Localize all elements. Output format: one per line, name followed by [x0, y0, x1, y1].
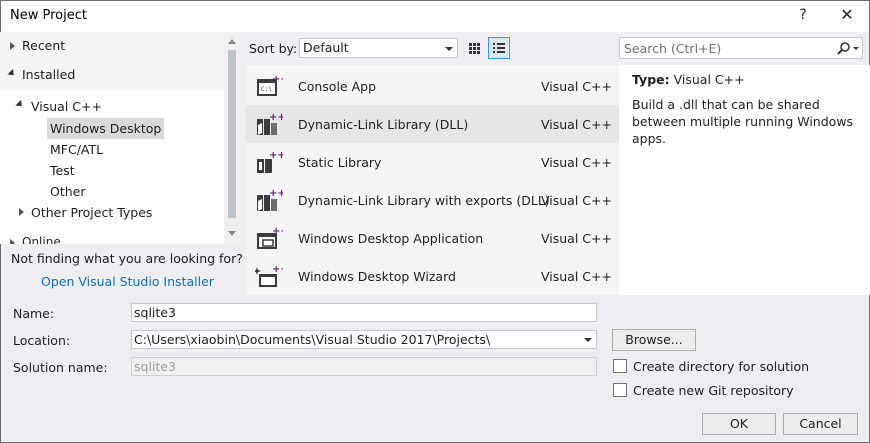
tree-item-label: Windows Desktop	[50, 121, 162, 136]
template-row-desktop-app[interactable]: ++ Windows Desktop Application Visual C+…	[245, 219, 619, 257]
grid-view-icon	[469, 43, 480, 54]
name-label: Name:	[13, 306, 55, 321]
svg-text:++: ++	[272, 226, 283, 237]
tree-item-installed[interactable]: Installed	[0, 61, 224, 89]
tree-item-label: Test	[50, 163, 75, 178]
tree-item-label: Other	[50, 184, 86, 199]
scroll-up-icon[interactable]	[228, 39, 236, 44]
browse-button[interactable]: Browse...	[612, 329, 696, 351]
location-label: Location:	[13, 333, 71, 348]
wizard-icon: ++	[255, 264, 283, 287]
template-category-tree: Recent Installed Visual C++ Windows Desk…	[0, 32, 240, 244]
tree-item-mfc-atl[interactable]: MFC/ATL	[50, 139, 103, 160]
scroll-down-icon[interactable]	[228, 231, 236, 236]
tree-item-label: Recent	[22, 38, 66, 53]
template-list: C:\ ++ Console App Visual C++ ++ Dynamic…	[245, 65, 619, 295]
tree-item-windows-desktop[interactable]: Windows Desktop	[47, 118, 165, 139]
collapse-arrow-icon[interactable]	[7, 68, 17, 79]
tree-scrollbar[interactable]	[224, 32, 240, 244]
template-name: Windows Desktop Application	[298, 231, 484, 246]
chevron-down-icon[interactable]	[584, 338, 592, 342]
tree-item-visual-cpp[interactable]: Visual C++	[15, 96, 102, 117]
template-name: Dynamic-Link Library (DLL)	[298, 117, 469, 132]
template-description: Build a .dll that can be shared between …	[632, 97, 854, 146]
tree-item-label: Installed	[22, 67, 76, 82]
svg-text:++: ++	[272, 264, 283, 275]
template-name: Console App	[298, 79, 377, 94]
type-label: Type:	[632, 72, 670, 87]
search-icon[interactable]	[835, 41, 861, 57]
ok-button[interactable]: OK	[702, 413, 776, 435]
sort-by-label: Sort by:	[249, 41, 298, 56]
create-git-checkbox[interactable]	[613, 383, 627, 397]
installed-tree-panel: Visual C++ Windows Desktop MFC/ATL Test …	[0, 90, 224, 244]
scrollbar-thumb[interactable]	[228, 50, 236, 218]
dialog-title: New Project	[10, 8, 87, 23]
list-view-icon	[493, 43, 505, 53]
template-row-console-app[interactable]: C:\ ++ Console App Visual C++	[245, 67, 619, 105]
help-button[interactable]: ?	[793, 7, 813, 27]
console-app-icon: C:\ ++	[257, 74, 283, 96]
list-view-button[interactable]	[488, 37, 510, 59]
chevron-down-icon	[445, 47, 453, 51]
template-language: Visual C++	[541, 269, 612, 284]
tree-item-other[interactable]: Other	[50, 181, 86, 202]
title-bar: New Project ? ✕	[0, 0, 870, 32]
template-name: Static Library	[298, 155, 382, 170]
svg-text:C:\: C:\	[261, 86, 272, 93]
tree-item-label: Other Project Types	[31, 205, 153, 220]
template-language: Visual C++	[541, 193, 612, 208]
open-installer-link[interactable]: Open Visual Studio Installer	[41, 274, 214, 289]
solution-name-field: sqlite3	[131, 357, 597, 376]
sort-by-select[interactable]: Default	[299, 38, 458, 58]
template-row-dll[interactable]: ++ Dynamic-Link Library (DLL) Visual C++	[245, 105, 619, 143]
tree-item-label: Visual C++	[31, 99, 102, 114]
template-details-panel: Type: Visual C++ Build a .dll that can b…	[619, 65, 870, 295]
desktop-app-icon: ++	[257, 226, 283, 249]
tree-item-online[interactable]: Online	[22, 235, 61, 244]
svg-text:++: ++	[269, 150, 283, 161]
location-field[interactable]: C:\Users\xiaobin\Documents\Visual Studio…	[131, 330, 597, 349]
template-language: Visual C++	[541, 117, 612, 132]
grid-view-button[interactable]	[463, 37, 485, 59]
type-value: Visual C++	[673, 72, 745, 87]
template-language: Visual C++	[541, 79, 612, 94]
name-field[interactable]: sqlite3	[131, 303, 597, 322]
expand-arrow-icon[interactable]	[10, 42, 15, 50]
create-git-label: Create new Git repository	[633, 383, 794, 398]
dll-exports-icon: ++	[257, 188, 283, 211]
template-row-desktop-wizard[interactable]: ++ Windows Desktop Wizard Visual C++	[245, 257, 619, 295]
template-language: Visual C++	[541, 231, 612, 246]
not-finding-text: Not finding what you are looking for?	[11, 251, 243, 266]
svg-text:++: ++	[269, 188, 283, 199]
template-name: Windows Desktop Wizard	[298, 269, 456, 284]
tree-item-label: MFC/ATL	[50, 142, 104, 157]
location-value: C:\Users\xiaobin\Documents\Visual Studio…	[134, 332, 491, 347]
tree-item-recent[interactable]: Recent	[0, 32, 224, 60]
name-value: sqlite3	[134, 305, 176, 320]
svg-text:++: ++	[272, 74, 283, 85]
create-directory-checkbox[interactable]	[613, 359, 627, 373]
template-row-dll-exports[interactable]: ++ Dynamic-Link Library with exports (DL…	[245, 181, 619, 219]
template-language: Visual C++	[541, 155, 612, 170]
collapse-arrow-icon[interactable]	[15, 99, 25, 110]
template-row-static-library[interactable]: ++ Static Library Visual C++	[245, 143, 619, 181]
static-library-icon: ++	[257, 150, 283, 173]
search-input[interactable]: Search (Ctrl+E)	[619, 37, 863, 59]
cancel-button[interactable]: Cancel	[783, 413, 858, 435]
expand-arrow-icon[interactable]	[10, 239, 15, 244]
tree-item-other-project-types[interactable]: Other Project Types	[19, 202, 153, 223]
template-name: Dynamic-Link Library with exports (DLL)	[298, 193, 550, 208]
create-directory-label: Create directory for solution	[633, 359, 810, 374]
expand-arrow-icon[interactable]	[19, 208, 24, 216]
template-type: Type: Visual C++	[632, 72, 745, 87]
search-placeholder: Search (Ctrl+E)	[624, 41, 722, 56]
close-button[interactable]: ✕	[835, 5, 859, 29]
dll-icon: ++	[257, 112, 283, 135]
tree-item-test[interactable]: Test	[50, 160, 75, 181]
solution-name-label: Solution name:	[13, 360, 108, 375]
solution-name-value: sqlite3	[134, 359, 176, 374]
sort-by-value: Default	[303, 40, 349, 55]
svg-text:++: ++	[269, 112, 283, 123]
